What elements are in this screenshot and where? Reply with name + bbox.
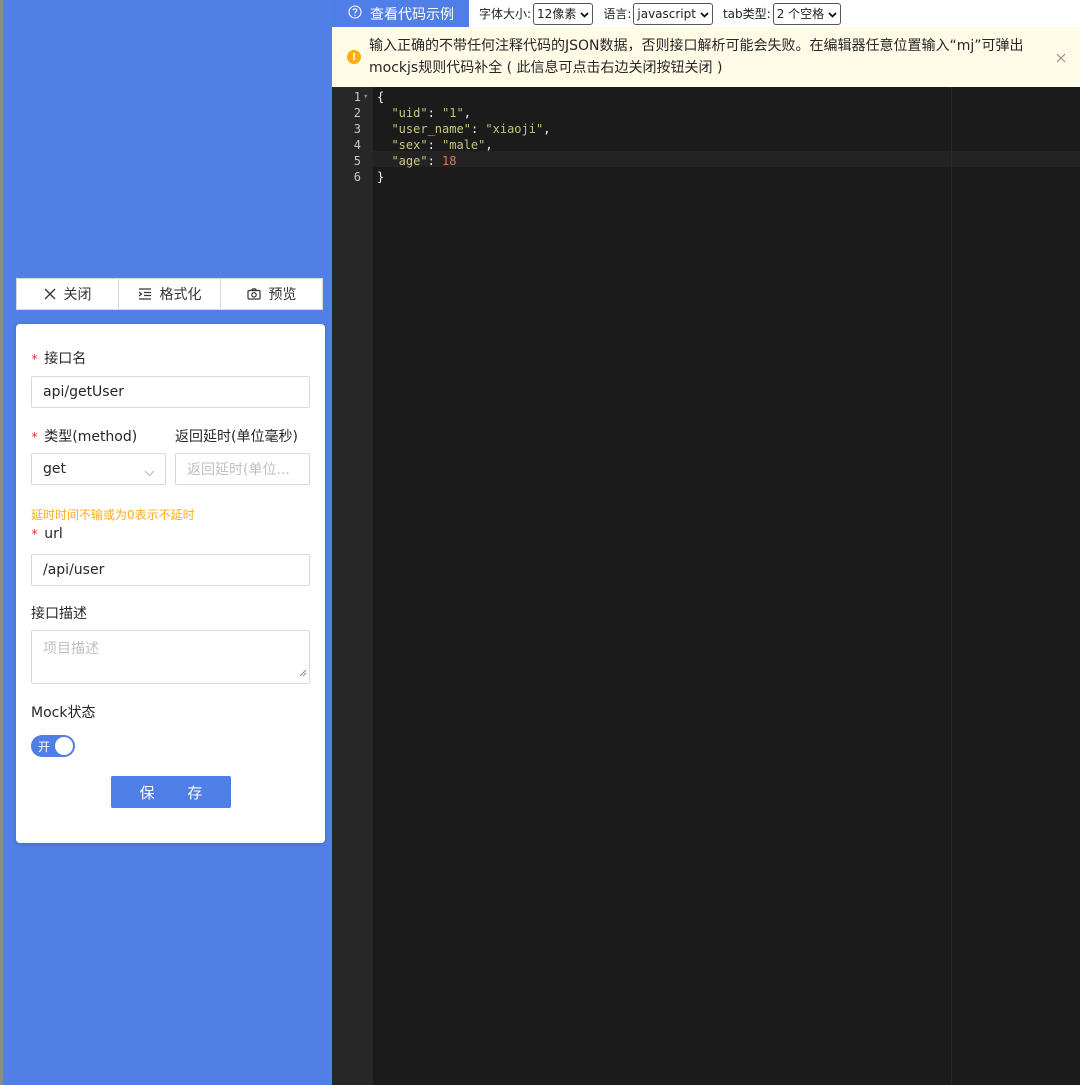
code-line: "uid": "1", <box>377 105 471 121</box>
required-mark: * <box>31 352 39 366</box>
json-value: 18 <box>442 154 457 168</box>
close-button[interactable]: 关闭 <box>17 279 119 309</box>
indent-icon <box>138 288 152 300</box>
preview-button-label: 预览 <box>268 287 297 303</box>
description-textarea[interactable]: 项目描述 <box>31 630 310 684</box>
required-mark: * <box>31 527 39 541</box>
api-form: * 接口名 api/getUser * 类型(method) 返回延时(单位毫秒) … <box>16 324 325 843</box>
font-size-control: 字体大小: 12像素 <box>479 2 594 25</box>
chevron-down-icon <box>580 7 589 21</box>
json-brace: { <box>377 90 385 104</box>
name-label: * 接口名 <box>31 351 87 367</box>
url-input[interactable]: /api/user <box>31 554 310 586</box>
font-size-label: 字体大小: <box>479 7 532 21</box>
tab-type-control: tab类型: 2 个空格 <box>722 2 842 25</box>
chevron-down-icon <box>828 7 837 21</box>
json-value: "xiaoji" <box>485 122 544 136</box>
language-value: javascript <box>637 6 696 21</box>
format-button[interactable]: 格式化 <box>119 279 221 309</box>
method-select-value: get <box>43 461 66 477</box>
method-select[interactable]: get <box>31 453 166 485</box>
exclamation-circle-icon: ! <box>347 50 361 64</box>
api-name-input[interactable]: api/getUser <box>31 376 310 408</box>
close-button-label: 关闭 <box>63 287 92 303</box>
question-circle-icon <box>348 4 362 23</box>
json-punctuation: , <box>463 106 471 120</box>
language-control: 语言: javascript <box>603 2 713 25</box>
active-line-highlight <box>373 151 1080 167</box>
editor-topbar: 查看代码示例 字体大小: 12像素 语言: javascript tab类型: … <box>332 0 1080 27</box>
json-separator: : <box>470 122 486 136</box>
toggle-knob <box>55 737 73 755</box>
code-line: { <box>377 89 384 105</box>
tab-type-value: 2 个空格 <box>776 7 825 21</box>
tab-type-select[interactable]: 2 个空格 <box>772 2 842 25</box>
delay-label: 返回延时(单位毫秒) <box>175 429 298 445</box>
line-number: 1 <box>353 90 361 104</box>
tab-type-label: tab类型: <box>722 7 771 21</box>
code-line: "age": 18 <box>377 153 456 169</box>
camera-icon <box>246 288 261 300</box>
line-number: 5 <box>353 154 361 168</box>
line-number-gutter: 1 2 3 4 5 6 <box>332 87 373 1085</box>
view-code-example-button[interactable]: 查看代码示例 <box>332 0 469 27</box>
json-key: "age" <box>391 154 428 168</box>
json-key: "user_name" <box>391 122 471 136</box>
preview-button[interactable]: 预览 <box>221 279 322 309</box>
json-punctuation: , <box>485 138 493 152</box>
format-button-label: 格式化 <box>159 287 202 303</box>
left-panel: 关闭 格式化 预览 * 接口名 api/getUser * 类型(method) 返… <box>0 0 332 1085</box>
alert-message: 输入正确的不带任何注释代码的JSON数据，否则接口解析可能会失败。在编辑器任意位… <box>369 38 1024 76</box>
code-line: "sex": "male", <box>377 137 493 153</box>
code-editor[interactable]: 1 2 3 4 5 6 ▾ { "uid": "1", "user_name": "xia… <box>332 87 1080 1085</box>
font-size-select[interactable]: 12像素 <box>533 2 594 25</box>
language-select[interactable]: javascript <box>633 2 713 25</box>
url-label: * url <box>31 526 63 542</box>
view-code-example-label: 查看代码示例 <box>370 6 454 23</box>
toggle-text: 开 <box>38 740 51 754</box>
line-number: 4 <box>353 138 361 152</box>
resize-handle-icon[interactable] <box>299 665 307 681</box>
description-label: 接口描述 <box>31 606 87 622</box>
json-value: "1" <box>442 106 464 120</box>
save-button[interactable]: 保 存 <box>111 776 231 808</box>
chevron-down-icon <box>144 465 155 481</box>
print-margin <box>951 87 952 1085</box>
code-line: "user_name": "xiaoji", <box>377 121 550 137</box>
line-number: 2 <box>353 106 361 120</box>
editor-toolbar: 关闭 格式化 预览 <box>16 278 323 310</box>
json-key: "sex" <box>391 138 428 152</box>
mock-status-toggle[interactable]: 开 <box>31 735 75 757</box>
alert-close-icon[interactable] <box>1056 51 1066 67</box>
json-punctuation: , <box>543 122 551 136</box>
required-mark: * <box>31 430 39 444</box>
json-separator: : <box>427 154 443 168</box>
mock-status-label: Mock状态 <box>31 705 96 721</box>
json-separator: : <box>427 138 443 152</box>
language-label: 语言: <box>603 7 632 21</box>
delay-input[interactable]: 返回延时(单位... <box>175 453 310 485</box>
json-value: "male" <box>442 138 486 152</box>
chevron-down-icon <box>700 7 709 21</box>
delay-hint: 延时时间不输或为0表示不延时 <box>31 508 195 522</box>
code-line: } <box>377 169 384 185</box>
font-size-value: 12像素 <box>537 7 577 21</box>
line-number: 3 <box>353 122 361 136</box>
close-icon <box>44 288 56 300</box>
json-separator: : <box>427 106 443 120</box>
line-number: 6 <box>353 170 361 184</box>
json-brace: } <box>377 170 385 184</box>
fold-arrow-icon[interactable]: ▾ <box>363 89 368 105</box>
warning-alert: ! 输入正确的不带任何注释代码的JSON数据，否则接口解析可能会失败。在编辑器任… <box>332 27 1080 87</box>
json-key: "uid" <box>391 106 428 120</box>
description-placeholder: 项目描述 <box>43 641 99 657</box>
method-label: * 类型(method) <box>31 429 138 445</box>
